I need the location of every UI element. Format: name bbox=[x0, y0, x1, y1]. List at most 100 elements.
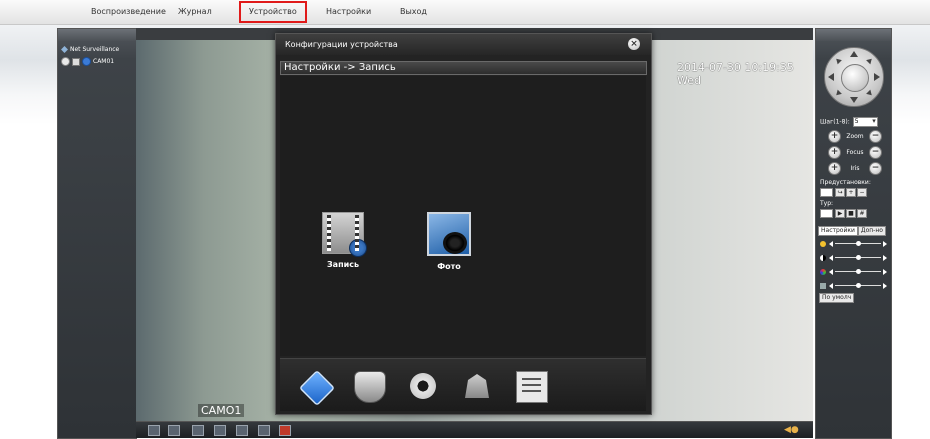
tour-grid-button[interactable]: # bbox=[857, 209, 867, 218]
device-config-dialog: Конфигурации устройства × Настройки -> З… bbox=[275, 33, 652, 415]
zoom-in-button[interactable]: + bbox=[828, 130, 841, 143]
sixteen-view-icon[interactable] bbox=[236, 425, 248, 436]
tour-play-button[interactable]: ▶ bbox=[835, 209, 845, 218]
tile-photo[interactable]: Фото bbox=[414, 212, 484, 271]
tree-root-item[interactable]: Net Surveillance bbox=[61, 46, 119, 53]
device-tree-panel: Net Surveillance CAM01 bbox=[57, 28, 137, 439]
tile-photo-label: Фото bbox=[437, 262, 461, 271]
iris-close-button[interactable]: − bbox=[869, 162, 882, 175]
zoom-out-button[interactable]: − bbox=[869, 130, 882, 143]
ptz-right-icon[interactable] bbox=[874, 73, 880, 81]
default-button[interactable]: По умолч bbox=[819, 293, 855, 303]
dialog-footer-toolbar bbox=[280, 358, 646, 411]
volume-icon[interactable]: ◀● bbox=[784, 425, 799, 435]
breadcrumb: Настройки -> Запись bbox=[280, 61, 647, 75]
zoom-label: Zoom bbox=[846, 133, 864, 140]
slider-knob[interactable] bbox=[856, 269, 861, 274]
preset-row: ↪ + − bbox=[820, 188, 868, 197]
camera-online-icon bbox=[82, 57, 91, 66]
menu-exit[interactable]: Выход bbox=[400, 7, 427, 16]
ptz-up-right-icon[interactable] bbox=[866, 56, 874, 65]
fullscreen-icon[interactable] bbox=[148, 425, 160, 436]
ptz-left-icon[interactable] bbox=[828, 73, 834, 81]
dialog-title-bar: Конфигурации устройства × bbox=[276, 34, 651, 55]
tile-record[interactable]: Запись bbox=[308, 212, 378, 269]
camera-overlay-label: CAMO1 bbox=[198, 404, 245, 417]
menu-log[interactable]: Журнал bbox=[178, 7, 212, 16]
nine-view-icon[interactable] bbox=[214, 425, 226, 436]
focus-out-button[interactable]: − bbox=[869, 146, 882, 159]
ptz-down-left-icon[interactable] bbox=[834, 89, 842, 98]
ptz-down-icon[interactable] bbox=[850, 97, 858, 103]
tour-row: ▶ ■ # bbox=[820, 209, 868, 218]
ptz-up-left-icon[interactable] bbox=[834, 56, 842, 65]
hue-icon bbox=[820, 283, 826, 289]
zoom-row: + Zoom − bbox=[828, 130, 882, 143]
slider-left-arrow-icon[interactable] bbox=[829, 269, 833, 275]
record-settings-icon[interactable] bbox=[298, 369, 336, 407]
image-tabs: Настройки Доп-но bbox=[818, 226, 886, 236]
iris-row: + Iris − bbox=[828, 162, 882, 175]
breadcrumb-text: Настройки -> Запись bbox=[284, 62, 396, 73]
brightness-slider[interactable] bbox=[820, 240, 888, 248]
ptz-down-right-icon[interactable] bbox=[866, 89, 874, 98]
menu-settings[interactable]: Настройки bbox=[326, 7, 371, 16]
preset-input[interactable] bbox=[820, 188, 833, 197]
camera-status-icon bbox=[61, 57, 70, 66]
focus-label: Focus bbox=[846, 149, 864, 156]
tour-stop-button[interactable]: ■ bbox=[846, 209, 856, 218]
system-gear-icon[interactable] bbox=[408, 371, 438, 401]
slider-left-arrow-icon[interactable] bbox=[829, 241, 833, 247]
top-menu-bar: Воспроизведение Журнал Устройство Настро… bbox=[0, 0, 930, 25]
bottom-toolbar: ◀● bbox=[136, 421, 813, 438]
dialog-title: Конфигурации устройства bbox=[285, 40, 398, 49]
contrast-icon bbox=[820, 255, 826, 261]
menu-device[interactable]: Устройство bbox=[239, 1, 307, 23]
quad-view-icon[interactable] bbox=[192, 425, 204, 436]
contrast-slider[interactable] bbox=[820, 254, 888, 262]
alarm-shield-icon[interactable] bbox=[354, 371, 386, 403]
tab-more[interactable]: Доп-но bbox=[857, 226, 886, 236]
preset-goto-button[interactable]: ↪ bbox=[835, 188, 845, 197]
slider-right-arrow-icon[interactable] bbox=[883, 269, 887, 275]
iris-label: Iris bbox=[850, 165, 860, 172]
record-icon[interactable] bbox=[279, 425, 291, 436]
saturation-slider[interactable] bbox=[820, 268, 888, 276]
slider-left-arrow-icon[interactable] bbox=[829, 255, 833, 261]
info-checklist-icon[interactable] bbox=[516, 371, 548, 403]
tree-root-label: Net Surveillance bbox=[70, 46, 120, 53]
focus-in-button[interactable]: + bbox=[828, 146, 841, 159]
camera-icon bbox=[427, 212, 471, 256]
tile-record-label: Запись bbox=[326, 260, 359, 269]
brightness-icon bbox=[820, 241, 826, 247]
hue-slider[interactable] bbox=[820, 282, 888, 290]
slider-right-arrow-icon[interactable] bbox=[883, 241, 887, 247]
snapshot-icon[interactable] bbox=[258, 425, 270, 436]
ptz-up-icon[interactable] bbox=[850, 51, 858, 57]
slider-left-arrow-icon[interactable] bbox=[829, 283, 833, 289]
slider-knob[interactable] bbox=[856, 241, 861, 246]
focus-row: + Focus − bbox=[828, 146, 882, 159]
slider-right-arrow-icon[interactable] bbox=[883, 283, 887, 289]
tab-settings[interactable]: Настройки bbox=[818, 226, 858, 236]
preset-add-button[interactable]: + bbox=[846, 188, 856, 197]
ptz-direction-pad[interactable] bbox=[824, 47, 884, 107]
slider-right-arrow-icon[interactable] bbox=[883, 255, 887, 261]
ptz-panel-header bbox=[816, 29, 891, 41]
preset-remove-button[interactable]: − bbox=[857, 188, 867, 197]
menu-playback[interactable]: Воспроизведение bbox=[91, 7, 166, 16]
tree-camera-item[interactable]: CAM01 bbox=[61, 57, 114, 66]
tools-icon[interactable] bbox=[465, 374, 489, 398]
slider-knob[interactable] bbox=[856, 283, 861, 288]
slider-knob[interactable] bbox=[856, 255, 861, 260]
iris-open-button[interactable]: + bbox=[828, 162, 841, 175]
step-select[interactable]: 5 bbox=[852, 117, 878, 127]
ptz-center-button[interactable] bbox=[841, 64, 869, 92]
tour-input[interactable] bbox=[820, 209, 833, 218]
video-timestamp: 2014-07-30 10:19:35 Wed bbox=[677, 61, 794, 87]
step-label: Шаг(1-8): bbox=[820, 118, 850, 126]
close-icon[interactable]: × bbox=[628, 38, 640, 50]
single-view-icon[interactable] bbox=[168, 425, 180, 436]
dialog-content: Запись Фото bbox=[280, 76, 646, 356]
network-icon bbox=[61, 46, 68, 53]
